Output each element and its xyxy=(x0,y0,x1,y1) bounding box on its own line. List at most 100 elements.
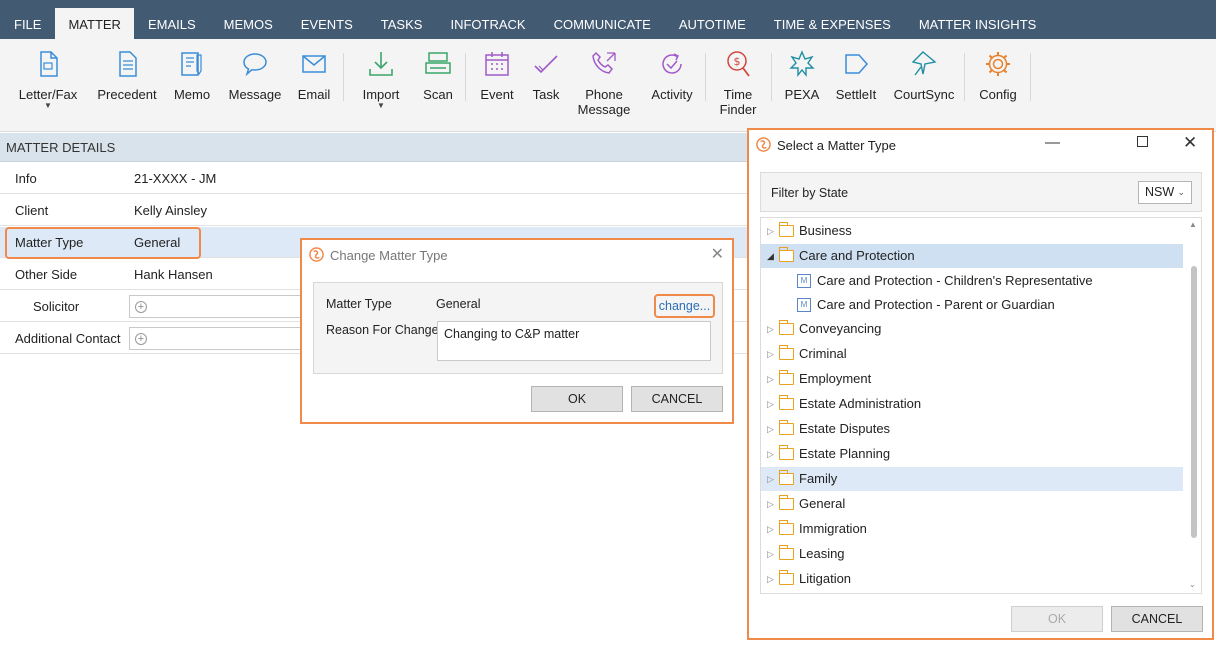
document-icon xyxy=(40,51,58,77)
tree-item-general[interactable]: ▷ General xyxy=(761,492,1183,516)
tab-infotrack[interactable]: INFOTRACK xyxy=(436,0,539,39)
cancel-button[interactable]: CANCEL xyxy=(1111,606,1203,632)
letter-fax-button[interactable]: Letter/Fax ▼ xyxy=(18,49,78,110)
expand-arrow-icon[interactable]: ▷ xyxy=(767,219,774,243)
tab-matter-insights[interactable]: MATTER INSIGHTS xyxy=(905,0,1050,39)
expand-arrow-icon[interactable]: ▷ xyxy=(767,317,774,341)
message-button[interactable]: Message xyxy=(228,49,282,102)
ribbon-separator xyxy=(964,53,965,101)
expand-arrow-icon[interactable]: ▷ xyxy=(767,342,774,366)
state-select[interactable]: NSW ⌄ xyxy=(1138,181,1192,204)
add-icon[interactable]: + xyxy=(135,333,147,345)
tab-autotime[interactable]: AUTOTIME xyxy=(665,0,760,39)
folder-icon xyxy=(779,495,794,510)
filter-bar: Filter by State NSW ⌄ xyxy=(760,172,1202,212)
minimize-icon[interactable]: — xyxy=(1045,134,1060,151)
tab-tasks[interactable]: TASKS xyxy=(367,0,437,39)
settleit-button[interactable]: SettleIt xyxy=(832,49,880,102)
tab-time-expenses[interactable]: TIME & EXPENSES xyxy=(760,0,905,39)
tree-scrollbar[interactable]: ▲ ⌄ xyxy=(1187,218,1201,593)
tree-item-label: Care and Protection - Parent or Guardian xyxy=(817,297,1055,312)
ok-button[interactable]: OK xyxy=(1011,606,1103,632)
time-finder-button[interactable]: $ Time Finder xyxy=(716,49,760,117)
maximize-icon[interactable] xyxy=(1137,136,1148,147)
add-icon[interactable]: + xyxy=(135,301,147,313)
tree-item-label: General xyxy=(799,496,846,511)
scroll-down-icon[interactable]: ⌄ xyxy=(1189,580,1196,589)
additional-contact-input[interactable]: + xyxy=(129,327,309,350)
reason-textarea[interactable]: Changing to C&P matter xyxy=(437,321,711,361)
other-side-label: Other Side xyxy=(15,267,78,282)
change-link[interactable]: change... xyxy=(654,294,715,318)
other-side-value[interactable]: Hank Hansen xyxy=(134,259,213,290)
scrollbar-thumb[interactable] xyxy=(1191,266,1197,538)
pexa-button[interactable]: PEXA xyxy=(782,49,822,102)
tree-item-immigration[interactable]: ▷ Immigration xyxy=(761,517,1183,541)
tree-item-conveyancing[interactable]: ▷ Conveyancing xyxy=(761,317,1183,341)
expand-arrow-icon[interactable]: ▷ xyxy=(767,467,774,491)
tree-item-family[interactable]: ▷ Family xyxy=(761,467,1183,491)
collapse-arrow-icon[interactable]: ◢ xyxy=(767,244,774,268)
expand-arrow-icon[interactable]: ▷ xyxy=(767,417,774,441)
scan-button[interactable]: Scan xyxy=(418,49,458,102)
tree-item-cp-parent-or-guardian[interactable]: M Care and Protection - Parent or Guardi… xyxy=(761,293,1183,317)
filter-label: Filter by State xyxy=(771,186,849,200)
expand-arrow-icon[interactable]: ▷ xyxy=(767,542,774,566)
reason-label: Reason For Change xyxy=(326,323,439,337)
tree-item-criminal[interactable]: ▷ Criminal xyxy=(761,342,1183,366)
phone-icon xyxy=(592,51,616,74)
tree-item-estate-administration[interactable]: ▷ Estate Administration xyxy=(761,392,1183,416)
expand-arrow-icon[interactable]: ▷ xyxy=(767,442,774,466)
tree-item-cp-childrens-representative[interactable]: M Care and Protection - Children's Repre… xyxy=(761,269,1183,293)
ribbon-separator xyxy=(343,53,344,101)
event-label: Event xyxy=(480,87,514,102)
activity-button[interactable]: Activity xyxy=(646,49,698,102)
tab-emails[interactable]: EMAILS xyxy=(134,0,210,39)
ok-button[interactable]: OK xyxy=(531,386,623,412)
import-button[interactable]: Import ▼ xyxy=(356,49,406,110)
tree-item-employment[interactable]: ▷ Employment xyxy=(761,367,1183,391)
ribbon-separator xyxy=(705,53,706,101)
folder-icon xyxy=(779,420,794,435)
select-matter-type-dialog: Select a Matter Type — ✕ Filter by State… xyxy=(747,128,1214,640)
close-icon[interactable]: ✕ xyxy=(1183,133,1197,153)
config-button[interactable]: Config xyxy=(976,49,1020,102)
memo-button[interactable]: Memo xyxy=(170,49,214,102)
client-value[interactable]: Kelly Ainsley xyxy=(134,195,207,226)
tree-item-label: Immigration xyxy=(799,521,867,536)
expand-arrow-icon[interactable]: ▷ xyxy=(767,392,774,416)
expand-arrow-icon[interactable]: ▷ xyxy=(767,517,774,541)
details-row-client[interactable]: Client Kelly Ainsley xyxy=(0,195,750,226)
precedent-label: Precedent xyxy=(97,87,157,102)
tab-events[interactable]: EVENTS xyxy=(287,0,367,39)
tree-item-estate-planning[interactable]: ▷ Estate Planning xyxy=(761,442,1183,466)
letter-fax-label: Letter/Fax xyxy=(18,87,78,102)
expand-arrow-icon[interactable]: ▷ xyxy=(767,367,774,391)
tab-matter[interactable]: MATTER xyxy=(55,8,134,39)
chevron-down-icon: ▼ xyxy=(377,101,385,110)
import-label: Import xyxy=(362,87,400,102)
tree-item-leasing[interactable]: ▷ Leasing xyxy=(761,542,1183,566)
tree-item-estate-disputes[interactable]: ▷ Estate Disputes xyxy=(761,417,1183,441)
task-button[interactable]: Task xyxy=(528,49,564,102)
cancel-button[interactable]: CANCEL xyxy=(631,386,723,412)
solicitor-input[interactable]: + xyxy=(129,295,309,318)
event-button[interactable]: Event xyxy=(476,49,518,102)
tab-file[interactable]: FILE xyxy=(0,0,55,39)
courtsync-button[interactable]: CourtSync xyxy=(892,49,956,102)
phone-message-button[interactable]: Phone Message xyxy=(574,49,634,117)
precedent-button[interactable]: Precedent xyxy=(96,49,158,102)
memo-icon xyxy=(181,52,202,76)
email-button[interactable]: Email xyxy=(294,49,334,102)
tab-memos[interactable]: MEMOS xyxy=(210,0,287,39)
tab-communicate[interactable]: COMMUNICATE xyxy=(540,0,665,39)
close-icon[interactable]: ✕ xyxy=(711,244,724,264)
tree-item-care-and-protection[interactable]: ◢ Care and Protection xyxy=(761,244,1183,268)
expand-arrow-icon[interactable]: ▷ xyxy=(767,567,774,591)
tree-item-label: Estate Disputes xyxy=(799,421,891,436)
tree-item-litigation[interactable]: ▷ Litigation xyxy=(761,567,1183,591)
scroll-up-icon[interactable]: ▲ xyxy=(1189,220,1197,229)
tree-item-business[interactable]: ▷ Business xyxy=(761,219,1183,243)
expand-arrow-icon[interactable]: ▷ xyxy=(767,492,774,516)
chevron-down-icon: ⌄ xyxy=(1177,187,1185,197)
